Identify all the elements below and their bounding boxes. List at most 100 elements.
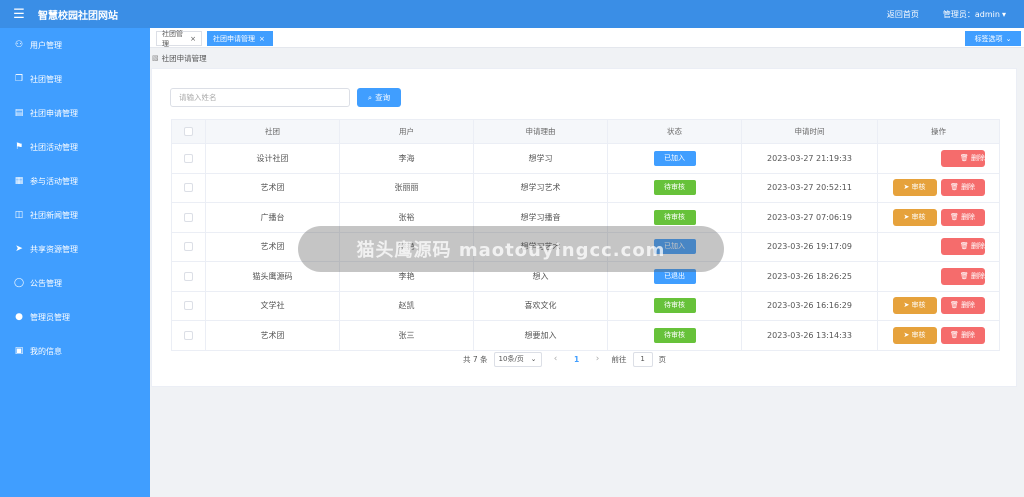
row-checkbox[interactable] [184,330,193,340]
time-cell: 2023-03-26 18:26:25 [741,261,878,292]
delete-label: 删除 [971,242,985,251]
status-badge: 待审核 [653,180,696,196]
status-cell: 待审核 [607,172,742,203]
total-count: 共 7 条 [463,354,488,364]
reason-cell: 想学习 [473,143,608,174]
image-icon: ▧ [152,54,159,62]
actions-cell: ➤ 审核 🗑 删除 [877,202,1000,233]
current-page[interactable]: 1 [570,355,584,364]
audit-label: 审核 [911,301,926,310]
row-checkbox[interactable] [184,212,193,222]
delete-button[interactable]: 🗑 删除 [941,238,985,256]
tag-options-label: 标签选项 [974,34,1003,43]
delete-button[interactable]: 🗑 删除 [940,326,985,344]
sidebar-item-my-info[interactable]: ▣ 我的信息 [0,334,150,368]
delete-label: 删除 [961,212,976,221]
row-select-cell [171,290,206,321]
prev-page-icon[interactable]: ‹ [548,354,564,364]
close-icon[interactable]: × [190,35,196,43]
hamburger-icon[interactable]: ☰ [0,0,38,28]
page-size-select[interactable]: 10条/页 ⌄ [493,351,542,367]
sidebar-item-club-activities[interactable]: ⚑ 社团活动管理 [0,130,150,164]
page-size-label: 10条/页 [498,355,524,363]
audit-label: 审核 [911,183,926,192]
delete-button[interactable]: 🗑 删除 [940,208,985,226]
person-icon: ● [15,312,23,322]
watermark-overlay: 猫头鹰源码 maotouyingcc.com [298,226,724,272]
delete-button[interactable]: 🗑 删除 [941,267,985,285]
sidebar-item-label: 参与活动管理 [30,176,78,186]
audit-label: 审核 [911,330,926,339]
search-button-label: 查询 [375,93,391,102]
search-placeholder: 请输入姓名 [179,93,217,102]
home-link[interactable]: 返回首页 [887,9,919,20]
close-icon[interactable]: × [259,35,265,43]
copy-icon: ❐ [14,74,24,84]
actions-cell: ➤ 审核 🗑 删除 [877,172,1000,203]
document-icon: ▤ [14,108,24,118]
sidebar-item-users[interactable]: ⚇ 用户管理 [0,28,150,62]
tag-options-button[interactable]: 标签选项 ⌄ [965,31,1021,46]
audit-button[interactable]: ➤ 审核 [892,326,937,344]
column-header: 操作 [877,119,1000,144]
chevron-down-icon: ⌄ [530,355,537,363]
top-bar: ☰ 智慧校园社团网站 返回首页 管理员：admin ▾ [0,0,1024,28]
row-select-cell [171,202,206,233]
sidebar-item-announcements[interactable]: ◯ 公告管理 [0,266,150,300]
admin-label: 管理员：admin [942,9,1000,19]
actions-cell: ➤ 审核 🗑 删除 [877,290,1000,321]
goto-page-input[interactable]: 1 [632,351,653,367]
search-button[interactable]: ⌕ 查询 [357,88,401,107]
delete-button[interactable]: 🗑 删除 [940,179,985,197]
delete-button[interactable]: 🗑 删除 [940,297,985,315]
chevron-down-icon: ⌄ [1005,34,1012,43]
status-badge: 待审核 [653,209,696,225]
actions-cell: 🗑 删除 [877,143,1000,174]
row-select-cell [171,231,206,262]
tab-club-management[interactable]: 社团管理 × [156,30,202,48]
row-select-cell [171,172,206,203]
user-cell: 张丽丽 [339,172,474,203]
audit-button[interactable]: ➤ 审核 [892,297,937,315]
tab-label: 社团申请管理 [213,34,255,43]
select-all-checkbox[interactable] [184,127,193,137]
audit-button[interactable]: ➤ 审核 [892,179,937,197]
sidebar-item-club-news[interactable]: ◫ 社团新闻管理 [0,198,150,232]
tabs-bar: 社团管理 × 社团申请管理 × 标签选项 ⌄ [150,28,1024,48]
row-checkbox[interactable] [184,271,193,281]
app-title: 智慧校园社团网站 [38,10,118,22]
sidebar-item-club-applications[interactable]: ▤ 社团申请管理 [0,96,150,130]
select-all-cell [171,119,206,144]
audit-button[interactable]: ➤ 审核 [892,208,937,226]
row-checkbox[interactable] [184,153,193,163]
sidebar-item-participation[interactable]: ▦ 参与活动管理 [0,164,150,198]
table-row: 设计社团 李海 想学习 已加入 2023-03-27 21:19:33 🗑 删除 [171,143,1000,174]
tab-club-applications[interactable]: 社团申请管理 × [207,31,273,46]
delete-label: 删除 [961,183,976,192]
sidebar-item-label: 社团管理 [30,74,62,84]
breadcrumb: ▧ 社团申请管理 [150,52,207,64]
time-cell: 2023-03-27 20:52:11 [741,172,878,203]
club-cell: 文学社 [205,290,340,321]
sidebar-item-label: 社团申请管理 [30,108,78,118]
row-checkbox[interactable] [184,183,193,193]
search-input[interactable]: 请输入姓名 [170,88,350,107]
delete-button[interactable]: 🗑 删除 [941,149,985,167]
row-checkbox[interactable] [184,242,193,252]
breadcrumb-label: 社团申请管理 [161,53,207,63]
row-checkbox[interactable] [184,301,193,311]
chat-icon: ◯ [13,278,25,288]
delete-label: 删除 [971,153,985,162]
table-row: 艺术团 张三 想要加入 待审核 2023-03-26 13:14:33 ➤ 审核 🗑 删除 [171,320,1000,351]
row-select-cell [171,320,206,351]
club-cell: 艺术团 [205,320,340,351]
user-icon: ⚇ [14,40,24,50]
admin-menu[interactable]: 管理员：admin ▾ [943,9,1006,20]
user-cell: 张三 [339,320,474,351]
sidebar-item-shared-resources[interactable]: ➤ 共享资源管理 [0,232,150,266]
next-page-icon[interactable]: › [590,354,606,364]
sidebar-item-label: 用户管理 [30,40,62,50]
sidebar-item-admins[interactable]: ● 管理员管理 [0,300,150,334]
book-icon: ◫ [14,210,24,220]
sidebar-item-clubs[interactable]: ❐ 社团管理 [0,62,150,96]
